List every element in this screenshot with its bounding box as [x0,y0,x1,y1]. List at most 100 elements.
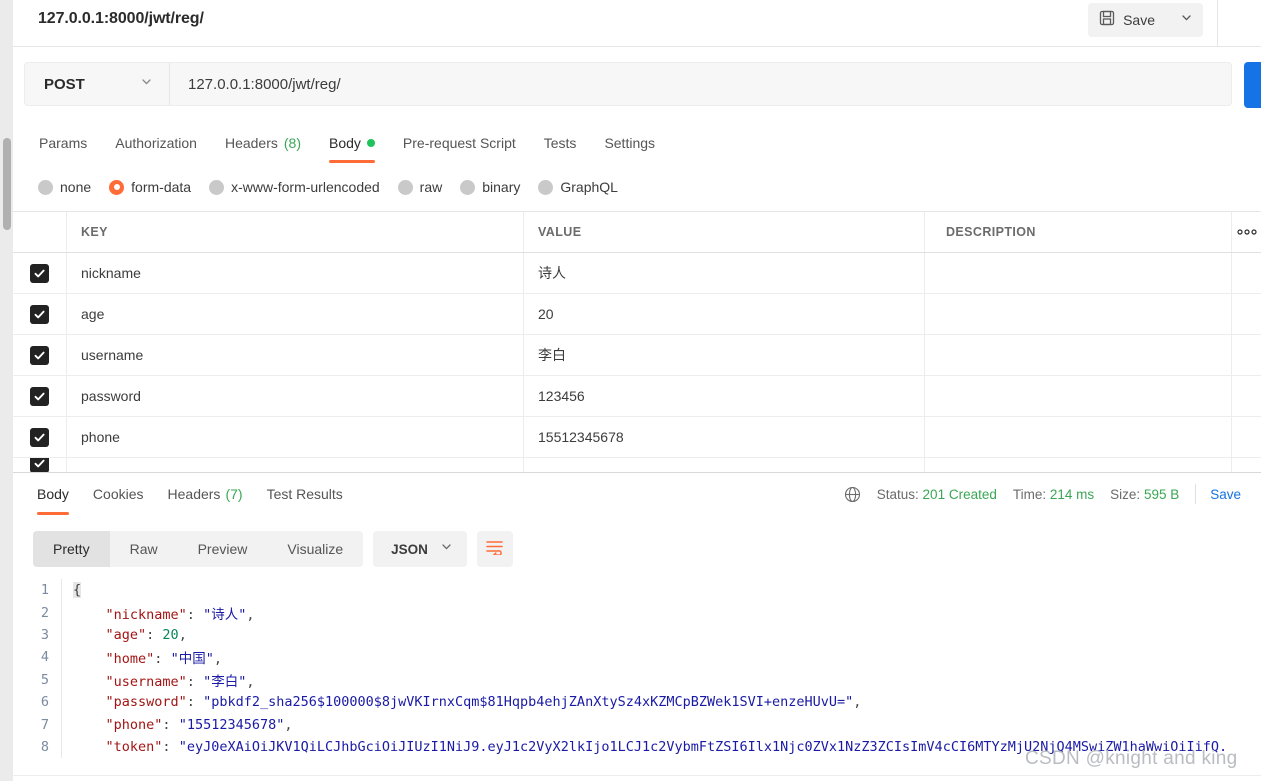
response-format-selector[interactable]: JSON [373,531,467,567]
response-tab-cookies-label: Cookies [92,486,144,502]
row-enable-checkbox[interactable] [13,335,67,375]
response-tab-cookies[interactable]: Cookies [81,473,156,515]
body-type-graphql[interactable]: GraphQL [538,179,618,195]
line-number: 5 [40,671,49,688]
table-row[interactable]: phone 15512345678 [13,417,1261,458]
body-type-raw[interactable]: raw [397,179,442,195]
row-description-cell[interactable] [925,458,1232,472]
code-guide [61,646,62,669]
response-format-label: JSON [391,541,428,557]
table-row[interactable]: username 李白 [13,335,1261,376]
save-button[interactable]: Save [1088,3,1169,37]
table-row[interactable]: nickname 诗人 [13,253,1261,294]
row-enable-checkbox[interactable] [13,417,67,457]
row-value-text: 20 [538,306,554,322]
body-type-form-data[interactable]: form-data [109,179,191,195]
header-key-label: KEY [81,225,108,239]
view-mode-pretty[interactable]: Pretty [33,531,110,567]
header-checkbox-cell [13,212,67,252]
header-description-label: DESCRIPTION [946,225,1036,239]
response-body-code[interactable]: 1{2 "nickname": "诗人", 3 "age": 20, 4 "home… [13,579,1261,781]
table-row[interactable]: password 123456 [13,376,1261,417]
body-modified-indicator-icon [366,139,375,147]
body-type-binary[interactable]: binary [460,179,520,195]
tab-authorization[interactable]: Authorization [101,123,211,163]
row-value-cell[interactable]: 诗人 [524,253,925,293]
send-button[interactable] [1244,62,1261,108]
tab-headers-label: Headers [224,135,278,151]
body-type-urlencoded[interactable]: x-www-form-urlencoded [209,179,380,195]
row-value-cell[interactable]: 123456 [524,376,925,416]
row-key-cell[interactable]: phone [67,417,524,457]
row-value-text: 李白 [538,347,566,363]
response-tab-headers[interactable]: Headers (7) [156,473,255,515]
row-enable-checkbox[interactable] [13,253,67,293]
row-key-cell[interactable]: username [67,335,524,375]
table-row[interactable] [13,458,1261,472]
row-description-cell[interactable] [925,376,1232,416]
save-options-button[interactable] [1169,3,1203,37]
tab-settings[interactable]: Settings [590,123,669,163]
tab-tests-label: Tests [543,135,577,151]
row-key-cell[interactable] [67,458,524,472]
code-line: 1{ [13,579,1261,602]
row-key-cell[interactable]: password [67,376,524,416]
row-value-cell[interactable] [524,458,925,472]
row-description-cell[interactable] [925,294,1232,334]
view-mode-visualize[interactable]: Visualize [267,531,363,567]
row-enable-checkbox[interactable] [13,458,67,472]
radio-icon [538,179,554,195]
code-line-text: { [73,582,82,599]
request-url-input[interactable] [170,63,1231,105]
body-type-urlencoded-label: x-www-form-urlencoded [231,179,380,195]
row-value-cell[interactable]: 20 [524,294,925,334]
save-response-link[interactable]: Save [1210,487,1241,502]
line-number: 1 [40,582,49,599]
http-method-label: POST [44,75,85,93]
ellipsis-icon [1236,223,1258,241]
save-button-label: Save [1123,12,1155,28]
tab-params[interactable]: Params [25,123,101,163]
time-label: Time: [1012,486,1047,502]
row-description-cell[interactable] [925,335,1232,375]
status-badge: Status: 201 Created [877,487,997,502]
view-mode-raw[interactable]: Raw [110,531,178,567]
wrap-lines-button[interactable] [476,531,513,567]
code-line-text: "phone": "15512345678", [105,716,293,733]
page-scrollbar[interactable] [0,0,13,781]
response-tab-body[interactable]: Body [25,473,81,515]
request-title-bar: 127.0.0.1:8000/jwt/reg/ Save [13,0,1261,47]
radio-icon [38,179,53,195]
size-label: Size: [1110,486,1141,502]
size-value: 595 B [1143,486,1180,502]
row-enable-checkbox[interactable] [13,294,67,334]
row-value-cell[interactable]: 李白 [524,335,925,375]
tab-body[interactable]: Body [315,123,389,163]
tab-pre-request-script[interactable]: Pre-request Script [389,123,530,163]
code-line-text: "age": 20, [105,626,187,643]
tab-tests[interactable]: Tests [530,123,591,163]
table-row[interactable]: age 20 [13,294,1261,335]
tab-body-label: Body [329,135,361,151]
view-mode-preview[interactable]: Preview [178,531,268,567]
response-tab-test-results[interactable]: Test Results [255,473,355,515]
row-key-cell[interactable]: nickname [67,253,524,293]
row-description-cell[interactable] [925,417,1232,457]
row-actions-cell [1232,417,1261,457]
table-header-row: KEY VALUE DESCRIPTION [13,212,1261,253]
row-key-cell[interactable]: age [67,294,524,334]
checkbox-checked-icon [30,458,49,472]
code-guide [61,623,62,647]
tab-params-label: Params [39,135,88,151]
row-enable-checkbox[interactable] [13,376,67,416]
page-scrollbar-thumb[interactable] [3,138,11,230]
checkbox-checked-icon [30,345,49,365]
floppy-disk-icon [1099,10,1115,31]
row-value-cell[interactable]: 15512345678 [524,417,925,457]
table-bulk-edit-button[interactable] [1232,212,1261,252]
radio-icon [209,179,225,195]
row-description-cell[interactable] [925,253,1232,293]
http-method-selector[interactable]: POST [25,63,170,105]
tab-headers[interactable]: Headers (8) [211,123,315,163]
body-type-none[interactable]: none [38,179,91,195]
